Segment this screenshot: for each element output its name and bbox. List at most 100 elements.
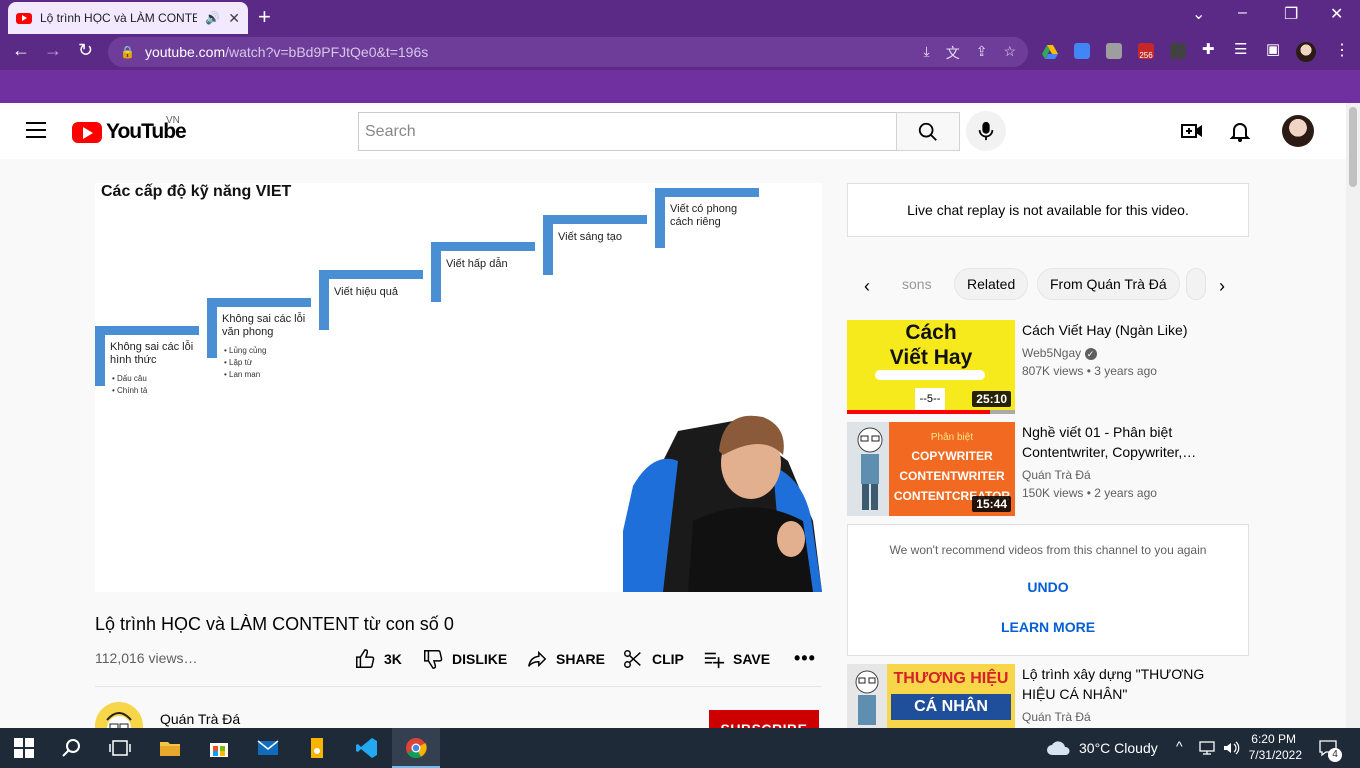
vscode-icon[interactable] xyxy=(355,736,379,760)
step-sub: • Lặp từ xyxy=(224,358,253,367)
extension-badge-icon[interactable]: 256 xyxy=(1138,43,1154,60)
extensions-puzzle-icon[interactable]: ✚ xyxy=(1202,40,1215,58)
forward-icon[interactable]: → xyxy=(44,40,62,61)
close-window-button[interactable]: ✕ xyxy=(1330,4,1343,24)
mail-icon[interactable] xyxy=(256,736,280,760)
task-view-icon[interactable] xyxy=(108,736,132,760)
back-icon[interactable]: ← xyxy=(12,40,30,61)
tab-close-icon[interactable]: ✕ xyxy=(228,10,240,27)
tab-search-icon[interactable]: ⌄ xyxy=(1192,4,1205,24)
file-explorer-icon[interactable] xyxy=(158,736,182,760)
chip-related[interactable]: Related xyxy=(954,268,1029,300)
network-icon[interactable] xyxy=(1198,740,1216,756)
like-count: 3K xyxy=(384,651,402,667)
chrome-menu-icon[interactable]: ⋮ xyxy=(1334,40,1350,60)
google-translate-icon[interactable] xyxy=(1074,43,1090,59)
address-bar[interactable]: 🔒 youtube.com/watch?v=bBd9PFJtQe0&t=196s… xyxy=(108,37,1028,67)
undo-button[interactable]: UNDO xyxy=(848,579,1248,595)
video-thumbnail[interactable]: THƯƠNG HIỆU CÁ NHÂN xyxy=(847,664,1015,728)
step-label: Viết có phong cách riêng xyxy=(670,203,738,228)
browser-tab[interactable]: Lộ trình HỌC và LÀM CONTENT 🔊 ✕ xyxy=(8,2,248,34)
translate-icon[interactable]: 文 xyxy=(946,43,960,63)
url-text[interactable]: youtube.com/watch?v=bBd9PFJtQe0&t=196s xyxy=(145,44,428,60)
profile-avatar[interactable] xyxy=(1296,42,1316,62)
dislike-button[interactable]: DISLIKE xyxy=(422,648,507,670)
chip-next-partial[interactable] xyxy=(1186,268,1206,300)
learn-more-link[interactable]: LEARN MORE xyxy=(848,619,1248,635)
youtube-logo-icon xyxy=(72,121,102,143)
verified-check-icon: ✓ xyxy=(1084,348,1097,360)
restore-button[interactable]: ❐ xyxy=(1284,4,1298,24)
windows-start-icon[interactable] xyxy=(12,736,36,760)
video-player[interactable]: Các cấp độ kỹ năng VIET Không sai các lỗ… xyxy=(95,183,822,592)
speaker-icon[interactable]: 🔊 xyxy=(205,11,220,25)
account-avatar[interactable] xyxy=(1282,115,1314,147)
thumbnail-text: --5-- xyxy=(915,388,945,410)
share-label: SHARE xyxy=(556,651,606,667)
clock-time[interactable]: 6:20 PM xyxy=(1244,732,1296,746)
view-count[interactable]: 112,016 views… xyxy=(95,650,197,666)
chip-previous[interactable]: sons xyxy=(890,268,944,300)
reload-icon[interactable]: ↻ xyxy=(78,40,93,61)
country-code: VN xyxy=(166,115,180,126)
create-video-icon[interactable] xyxy=(1180,119,1204,143)
search-button[interactable] xyxy=(896,112,960,151)
like-button[interactable]: 3K xyxy=(354,648,402,670)
minimize-button[interactable]: – xyxy=(1238,4,1247,22)
new-tab-button[interactable]: + xyxy=(258,4,271,30)
step-riser xyxy=(655,188,665,248)
google-drive-icon[interactable] xyxy=(1042,43,1058,59)
step-riser xyxy=(431,242,441,302)
step-bar xyxy=(431,242,535,251)
extension-badge: 256 xyxy=(1139,51,1153,60)
voice-search-button[interactable] xyxy=(966,111,1006,151)
chip-from-channel[interactable]: From Quán Trà Đá xyxy=(1037,268,1180,300)
search-icon xyxy=(918,122,937,141)
thumbnail-text: CÁ NHÂN xyxy=(891,694,1011,720)
more-actions-button[interactable]: ••• xyxy=(794,648,816,669)
rec-channel[interactable]: Quán Trà Đá xyxy=(1022,710,1091,724)
cartoon-character-icon xyxy=(847,664,887,728)
seek-extension-icon[interactable] xyxy=(1170,43,1186,59)
bookmark-star-icon[interactable]: ☆ xyxy=(1003,43,1016,63)
scrollbar-thumb[interactable] xyxy=(1349,107,1357,187)
page-scrollbar[interactable] xyxy=(1346,103,1360,728)
thumbnail-text: COPYWRITER xyxy=(911,449,993,463)
video-duration: 15:44 xyxy=(972,496,1011,512)
show-hidden-icons-icon[interactable]: ^ xyxy=(1176,738,1183,754)
cloudy-weather-icon[interactable] xyxy=(1046,738,1072,756)
side-panel-icon[interactable]: ▣ xyxy=(1266,40,1280,58)
lock-icon[interactable]: 🔒 xyxy=(120,45,135,59)
thumbs-up-icon xyxy=(356,649,375,668)
clip-button[interactable]: CLIP xyxy=(622,648,684,670)
search-icon[interactable] xyxy=(60,736,84,760)
save-button[interactable]: SAVE xyxy=(703,648,770,670)
video-thumbnail[interactable]: Cách Viết Hay --5-- 25:10 xyxy=(847,320,1015,414)
sticky-notes-icon[interactable] xyxy=(305,736,329,760)
recommended-video[interactable]: Phân biệt COPYWRITER CONTENTWRITER CONTE… xyxy=(847,422,1249,516)
chrome-icon[interactable] xyxy=(404,736,428,760)
rec-channel[interactable]: Quán Trà Đá xyxy=(1022,468,1091,482)
rec-channel[interactable]: Web5Ngay ✓ xyxy=(1022,346,1097,360)
recommended-video[interactable]: Cách Viết Hay --5-- 25:10 Cách Viết Hay … xyxy=(847,320,1249,414)
share-icon[interactable]: ⇪ xyxy=(976,43,988,63)
install-app-icon[interactable]: ⤓ xyxy=(924,43,930,63)
menu-icon[interactable] xyxy=(26,122,46,138)
microsoft-store-icon[interactable] xyxy=(207,736,231,760)
video-thumbnail[interactable]: Phân biệt COPYWRITER CONTENTWRITER CONTE… xyxy=(847,422,1015,516)
weather-text[interactable]: 30°C Cloudy xyxy=(1079,740,1158,756)
chevron-right-icon[interactable]: › xyxy=(1219,276,1225,297)
rec-title[interactable]: Nghề viết 01 - Phân biệt Contentwriter, … xyxy=(1022,422,1237,462)
rec-title[interactable]: Cách Viết Hay (Ngàn Like) xyxy=(1022,320,1237,340)
share-button[interactable]: SHARE xyxy=(526,648,605,670)
channel-name[interactable]: Quán Trà Đá xyxy=(160,711,240,727)
extension-icon[interactable] xyxy=(1106,43,1122,59)
reading-list-icon[interactable]: ☰ xyxy=(1234,40,1247,58)
chevron-left-icon[interactable]: ‹ xyxy=(864,276,870,297)
clock-date[interactable]: 7/31/2022 xyxy=(1234,748,1302,762)
recommended-video[interactable]: THƯƠNG HIỆU CÁ NHÂN Lộ trình xây dựng "T… xyxy=(847,664,1249,728)
share-arrow-icon xyxy=(528,650,547,668)
search-input[interactable]: Search xyxy=(358,112,897,151)
rec-title[interactable]: Lộ trình xây dựng "THƯƠNG HIỆU CÁ NHÂN" xyxy=(1022,664,1237,704)
notifications-bell-icon[interactable] xyxy=(1228,119,1252,143)
